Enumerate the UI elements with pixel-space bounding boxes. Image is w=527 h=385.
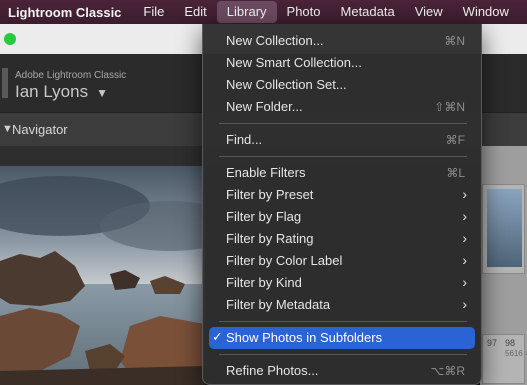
menu-item-filter-by-flag[interactable]: Filter by Flag › bbox=[209, 206, 475, 228]
chevron-right-icon: › bbox=[462, 274, 467, 290]
app-menu[interactable]: Lightroom Classic bbox=[0, 5, 133, 20]
menu-item-new-collection-set[interactable]: New Collection Set... bbox=[209, 74, 475, 96]
brand-label: Adobe Lightroom Classic bbox=[15, 70, 127, 81]
menu-item-new-collection[interactable]: New Collection... ⌘N bbox=[209, 30, 475, 52]
chevron-right-icon: › bbox=[462, 296, 467, 312]
menu-photo[interactable]: Photo bbox=[277, 1, 331, 23]
chevron-right-icon: › bbox=[462, 230, 467, 246]
user-name-dropdown[interactable]: Ian Lyons ▼ bbox=[15, 82, 108, 102]
library-menu-dropdown: New Collection... ⌘N New Smart Collectio… bbox=[202, 24, 482, 385]
menu-window[interactable]: Window bbox=[453, 1, 519, 23]
shortcut-label: ⇧⌘N bbox=[434, 100, 465, 114]
grid-cell[interactable] bbox=[482, 184, 525, 274]
menu-edit[interactable]: Edit bbox=[174, 1, 216, 23]
menu-file[interactable]: File bbox=[133, 1, 174, 23]
user-name: Ian Lyons bbox=[15, 82, 89, 101]
menu-bar: Lightroom Classic File Edit Library Phot… bbox=[0, 0, 527, 24]
chevron-right-icon: › bbox=[462, 252, 467, 268]
chevron-down-icon: ▼ bbox=[96, 86, 108, 100]
menu-item-filter-by-rating[interactable]: Filter by Rating › bbox=[209, 228, 475, 250]
menu-separator bbox=[219, 156, 467, 157]
zoom-window-button[interactable] bbox=[4, 33, 16, 45]
coastal-rocks-image bbox=[0, 166, 205, 385]
shortcut-label: ⌘F bbox=[445, 133, 465, 147]
menu-item-new-folder[interactable]: New Folder... ⇧⌘N bbox=[209, 96, 475, 118]
cell-index: 97 bbox=[487, 338, 498, 348]
menu-item-refine-photos[interactable]: Refine Photos... ⌥⌘R bbox=[209, 360, 475, 382]
photo-thumbnail[interactable] bbox=[487, 189, 522, 267]
navigator-preview-photo[interactable] bbox=[0, 166, 205, 385]
menu-item-find[interactable]: Find... ⌘F bbox=[209, 129, 475, 151]
menu-view[interactable]: View bbox=[405, 1, 453, 23]
menu-library[interactable]: Library bbox=[216, 1, 277, 23]
menu-separator bbox=[219, 354, 467, 355]
menu-item-filter-by-preset[interactable]: Filter by Preset › bbox=[209, 184, 475, 206]
menu-separator bbox=[219, 321, 467, 322]
shortcut-label: ⌥⌘R bbox=[430, 364, 466, 378]
checkmark-icon: ✓ bbox=[212, 329, 223, 344]
menu-metadata[interactable]: Metadata bbox=[331, 1, 405, 23]
menu-item-filter-by-color-label[interactable]: Filter by Color Label › bbox=[209, 250, 475, 272]
menu-separator bbox=[219, 123, 467, 124]
menu-item-enable-filters[interactable]: Enable Filters ⌘L bbox=[209, 162, 475, 184]
library-grid: 97 98 5616 × 3 bbox=[480, 146, 527, 385]
cell-dimensions: 5616 × 3 bbox=[505, 349, 527, 358]
cell-index: 98 bbox=[505, 338, 516, 348]
identity-logo bbox=[2, 68, 8, 98]
chevron-right-icon: › bbox=[462, 186, 467, 202]
shortcut-label: ⌘L bbox=[446, 166, 465, 180]
chevron-right-icon: › bbox=[462, 208, 467, 224]
menu-item-show-photos-in-subfolders[interactable]: ✓ Show Photos in Subfolders bbox=[209, 327, 475, 349]
menu-item-filter-by-metadata[interactable]: Filter by Metadata › bbox=[209, 294, 475, 316]
grid-cell[interactable]: 97 98 5616 × 3 bbox=[482, 334, 527, 384]
menu-item-new-smart-collection[interactable]: New Smart Collection... bbox=[209, 52, 475, 74]
navigator-title: Navigator bbox=[12, 122, 68, 137]
shortcut-label: ⌘N bbox=[444, 34, 465, 48]
menu-item-filter-by-kind[interactable]: Filter by Kind › bbox=[209, 272, 475, 294]
